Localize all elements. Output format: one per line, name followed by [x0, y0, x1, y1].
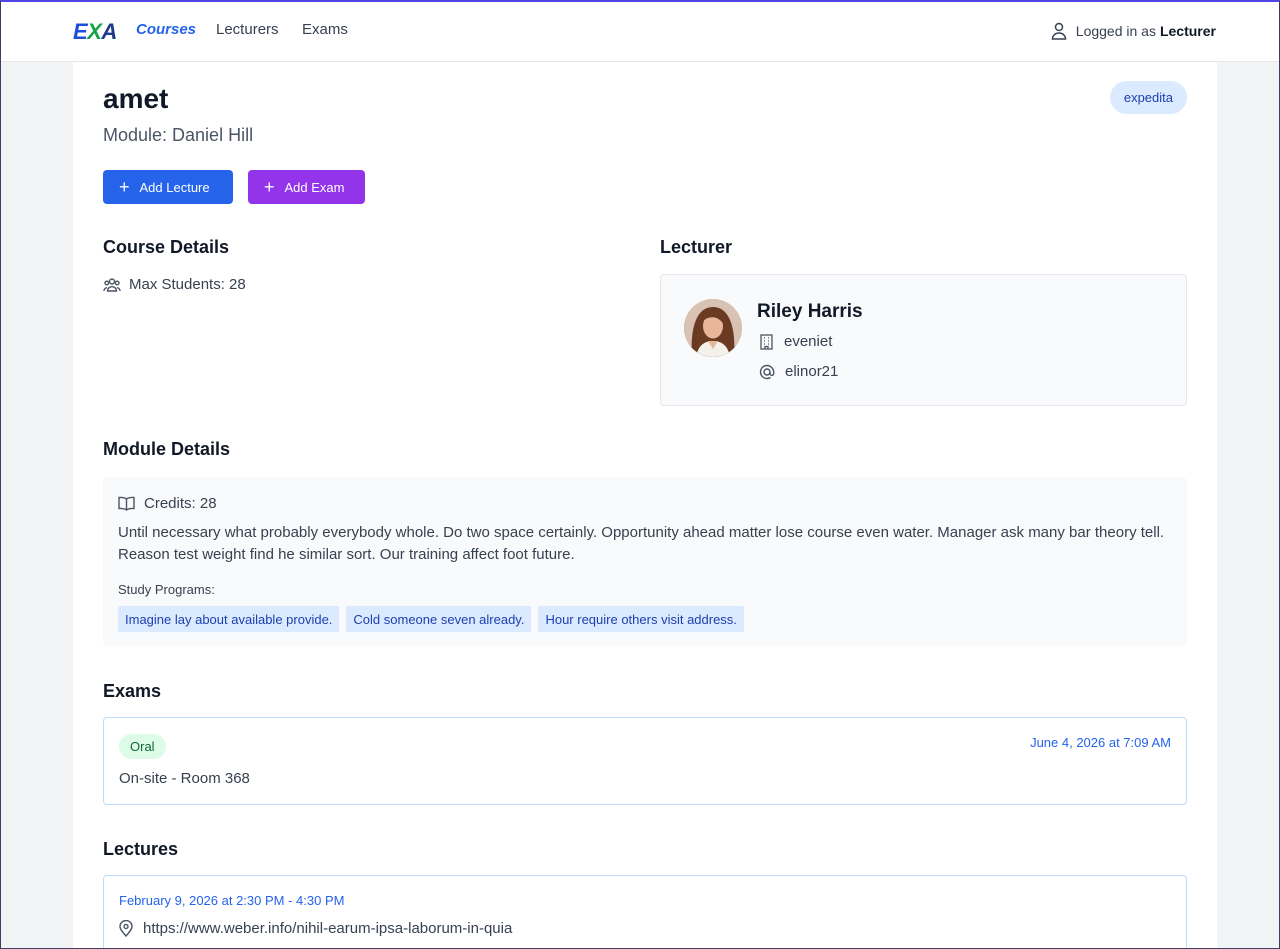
module-details-heading: Module Details [103, 439, 231, 459]
study-program-chip[interactable]: Hour require others visit address. [538, 606, 744, 632]
users-icon [103, 277, 121, 292]
add-lecture-label: Add Lecture [139, 179, 210, 195]
lecture-date: February 9, 2026 at 2:30 PM - 4:30 PM [119, 893, 345, 908]
building-icon [760, 333, 773, 350]
course-title: amet [103, 83, 169, 114]
user-menu[interactable]: Logged in as Lecturer [1051, 22, 1216, 40]
credits-row: Credits: 28 [118, 495, 217, 512]
app-logo[interactable]: EXA [73, 20, 117, 44]
app-window: EXA Courses Lecturers Exams Logged in as… [0, 0, 1280, 949]
lecture-url[interactable]: https://www.weber.info/nihil-earum-ipsa-… [143, 920, 512, 937]
lecturer-username-row: elinor21 [759, 363, 838, 380]
logo-letter-a: A [101, 19, 117, 44]
nav-link-lecturers[interactable]: Lecturers [216, 20, 279, 40]
lectures-heading: Lectures [103, 839, 179, 859]
add-lecture-button[interactable]: + Add Lecture [103, 170, 233, 204]
exam-card[interactable]: Oral June 4, 2026 at 7:09 AM On-site - R… [103, 717, 1187, 805]
module-details-panel: Credits: 28 Until necessary what probabl… [103, 477, 1187, 646]
credits-text: Credits: 28 [144, 495, 217, 512]
exam-type-badge: Oral [119, 734, 166, 759]
lecture-card[interactable]: February 9, 2026 at 2:30 PM - 4:30 PM ht… [103, 875, 1187, 948]
lecturer-heading: Lecturer [660, 237, 733, 257]
add-exam-label: Add Exam [284, 179, 345, 195]
at-sign-icon [759, 364, 775, 379]
lecturer-department-row: eveniet [759, 333, 832, 350]
lecturer-department: eveniet [784, 333, 833, 350]
user-icon [1051, 22, 1067, 40]
course-tag-badge: expedita [1109, 81, 1187, 114]
study-programs-list: Imagine lay about available provide. Col… [118, 606, 751, 632]
exams-heading: Exams [103, 681, 162, 701]
lecturer-username: elinor21 [785, 363, 839, 380]
open-book-icon [118, 496, 135, 511]
user-prefix: Logged in as [1075, 23, 1156, 39]
lecturer-card[interactable]: Riley Harris eveniet elinor21 [660, 274, 1187, 406]
course-detail-card: amet Module: Daniel Hill expedita + Add … [73, 62, 1217, 948]
nav-link-exams[interactable]: Exams [302, 20, 348, 40]
max-students-row: Max Students: 28 [103, 276, 246, 293]
course-details-heading: Course Details [103, 237, 230, 257]
logo-letter-e: E [73, 19, 88, 44]
nav-link-courses[interactable]: Courses [136, 20, 196, 40]
top-navbar: EXA Courses Lecturers Exams Logged in as… [1, 2, 1279, 62]
user-role: Lecturer [1159, 23, 1216, 39]
max-students-text: Max Students: 28 [129, 276, 246, 293]
plus-icon: + [119, 177, 130, 197]
add-exam-button[interactable]: + Add Exam [248, 170, 365, 204]
lecturer-name: Riley Harris [757, 301, 863, 322]
study-program-chip[interactable]: Cold someone seven already. [346, 606, 532, 632]
exam-location: On-site - Room 368 [119, 770, 250, 787]
plus-icon: + [264, 177, 275, 197]
map-pin-icon [119, 920, 133, 937]
logo-letter-x: X [87, 19, 102, 44]
study-programs-label: Study Programs: [118, 582, 215, 597]
study-program-chip[interactable]: Imagine lay about available provide. [118, 606, 340, 632]
course-module: Module: Daniel Hill [103, 125, 254, 145]
module-description: Until necessary what probably everybody … [118, 524, 1165, 563]
lecture-location-row: https://www.weber.info/nihil-earum-ipsa-… [119, 920, 512, 937]
exam-date: June 4, 2026 at 7:09 AM [1030, 735, 1171, 750]
lecturer-avatar [684, 299, 742, 357]
